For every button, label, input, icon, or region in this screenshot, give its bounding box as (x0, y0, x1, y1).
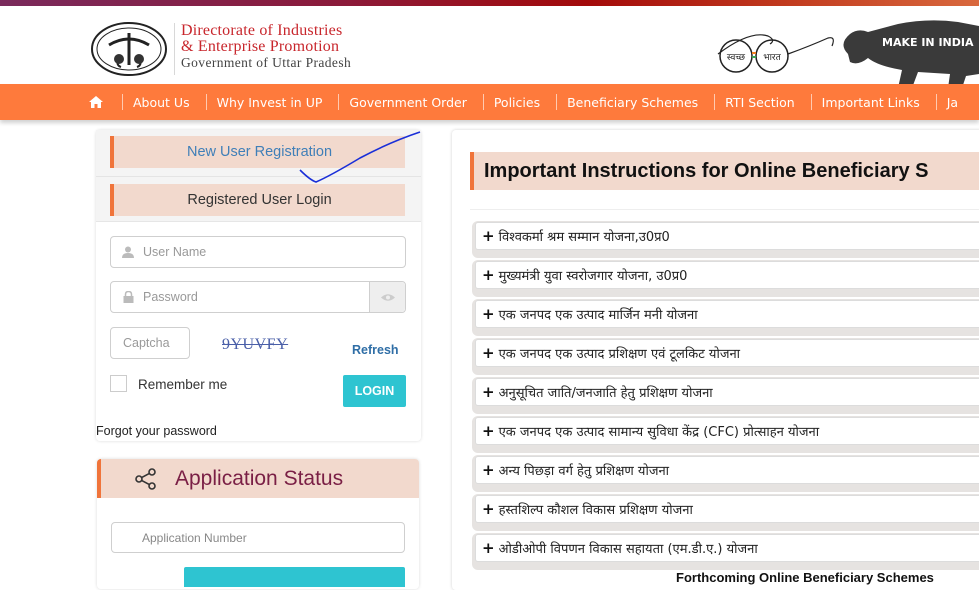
plus-icon: + (482, 305, 495, 323)
scheme-label: हस्तशिल्प कौशल विकास प्रशिक्षण योजना (498, 503, 693, 518)
accordion-item-header[interactable]: + एक जनपद एक उत्पाद सामान्य सुविधा केंद्र… (475, 417, 979, 445)
accordion-item-header[interactable]: + मुख्यमंत्री युवा स्वरोजगार योजना, उ0प्र… (475, 261, 979, 289)
scheme-accordion-item[interactable]: + मुख्यमंत्री युवा स्वरोजगार योजना, उ0प्र… (472, 260, 979, 299)
make-in-india-lion-icon: MAKE IN INDIA (843, 20, 979, 88)
nav-government-order[interactable]: Government Order (349, 95, 466, 110)
org-name: Directorate of Industries & Enterprise P… (181, 23, 351, 71)
nav-separator (122, 94, 123, 110)
title-divider (470, 209, 979, 210)
scheme-label: अनुसूचित जाति/जनजाति हेतु प्रशिक्षण योजन… (498, 386, 713, 401)
org-line-2: & Enterprise Promotion (181, 38, 340, 55)
nav-separator (205, 94, 207, 110)
swachh-text: स्वच्छ (727, 53, 746, 63)
accordion-item-header[interactable]: + एक जनपद एक उत्पाद प्रशिक्षण एवं टूलकिट … (475, 339, 979, 367)
plus-icon: + (482, 266, 495, 284)
nav-important-links[interactable]: Important Links (822, 95, 920, 110)
check-status-button[interactable] (184, 567, 405, 587)
accordion-item-header[interactable]: + एक जनपद एक उत्पाद मार्जिन मनी योजना (475, 300, 979, 328)
captcha-image: 9YUVFY (222, 336, 289, 353)
instructions-title: Important Instructions for Online Benefi… (470, 152, 979, 190)
scheme-accordion-item[interactable]: + अन्य पिछड़ा वर्ग हेतु प्रशिक्षण योजना (472, 455, 979, 494)
new-user-registration-button[interactable]: New User Registration (110, 136, 405, 168)
login-card: New User Registration Registered User Lo… (96, 130, 421, 441)
tab-divider (96, 176, 421, 177)
application-number-placeholder: Application Number (142, 530, 247, 545)
nav-beneficiary-schemes[interactable]: Beneficiary Schemes (567, 95, 698, 110)
nav-separator (556, 94, 558, 110)
accordion-item-header[interactable]: + अन्य पिछड़ा वर्ग हेतु प्रशिक्षण योजना (475, 456, 979, 484)
scheme-accordion-item[interactable]: + एक जनपद एक उत्पाद प्रशिक्षण एवं टूलकिट … (472, 338, 979, 377)
scheme-accordion-item[interactable]: + हस्तशिल्प कौशल विकास प्रशिक्षण योजना (472, 494, 979, 533)
nav-separator (935, 94, 937, 110)
nav-separator (338, 94, 340, 110)
scheme-accordion-item[interactable]: + ओडीओपी विपणन विकास सहायता (एम.डी.ए.) यो… (472, 533, 979, 572)
plus-icon: + (482, 422, 495, 440)
up-state-emblem-icon[interactable] (89, 19, 169, 79)
scheme-accordion-item[interactable]: + एक जनपद एक उत्पाद सामान्य सुविधा केंद्र… (472, 416, 979, 455)
plus-icon: + (482, 539, 495, 557)
instructions-card: Important Instructions for Online Benefi… (452, 130, 979, 590)
home-icon[interactable] (88, 95, 104, 109)
plus-icon: + (482, 500, 495, 518)
nav-separator (482, 94, 484, 110)
org-line-1: Directorate of Industries (181, 22, 343, 39)
nav-policies[interactable]: Policies (494, 95, 540, 110)
login-button[interactable]: LOGIN (343, 375, 406, 407)
password-input[interactable]: Password (110, 281, 406, 313)
plus-icon: + (482, 383, 495, 401)
accordion-item-header[interactable]: + ओडीओपी विपणन विकास सहायता (एम.डी.ए.) यो… (475, 534, 979, 562)
logo-divider (174, 23, 175, 75)
scheme-label: एक जनपद एक उत्पाद सामान्य सुविधा केंद्र … (498, 425, 820, 440)
scheme-accordion-item[interactable]: + विश्वकर्मा श्रम सम्मान योजना,उ0प्र0 (472, 221, 979, 260)
registered-user-login-tab[interactable]: Registered User Login (110, 184, 405, 216)
remember-me-checkbox[interactable] (110, 375, 127, 392)
bharat-text: भारत (763, 53, 781, 63)
captcha-placeholder: Captcha (123, 336, 170, 350)
accordion-item-header[interactable]: + विश्वकर्मा श्रम सम्मान योजना,उ0प्र0 (475, 222, 979, 250)
nav-separator (714, 94, 716, 110)
captcha-input[interactable]: Captcha (110, 327, 190, 359)
eye-icon (380, 293, 395, 301)
username-input[interactable]: User Name (110, 236, 406, 268)
accordion-item-header[interactable]: + हस्तशिल्प कौशल विकास प्रशिक्षण योजना (475, 495, 979, 523)
scheme-label: अन्य पिछड़ा वर्ग हेतु प्रशिक्षण योजना (498, 464, 670, 479)
nav-separator (810, 94, 812, 110)
application-status-card: Application Status Application Number (97, 459, 419, 589)
nav-why-invest[interactable]: Why Invest in UP (217, 95, 323, 110)
login-tabs: New User Registration Registered User Lo… (96, 130, 421, 222)
share-icon (135, 467, 156, 490)
scheme-label: एक जनपद एक उत्पाद मार्जिन मनी योजना (498, 308, 698, 323)
scheme-accordion-item[interactable]: + अनुसूचित जाति/जनजाति हेतु प्रशिक्षण योज… (472, 377, 979, 416)
accordion-item-header[interactable]: + अनुसूचित जाति/जनजाति हेतु प्रशिक्षण योज… (475, 378, 979, 406)
nav-more[interactable]: Ja (947, 95, 958, 110)
scheme-label: मुख्यमंत्री युवा स्वरोजगार योजना, उ0प्र0 (498, 269, 688, 284)
swachh-bharat-logo-icon: स्वच्छ भारत (717, 34, 834, 73)
org-line-3: Government of Uttar Pradesh (181, 55, 352, 70)
username-placeholder: User Name (143, 245, 207, 259)
scheme-list: + विश्वकर्मा श्रम सम्मान योजना,उ0प्र0 + मुख… (472, 221, 979, 572)
plus-icon: + (482, 344, 495, 362)
main-nav: About Us Why Invest in UP Government Ord… (0, 84, 979, 120)
nav-rti-section[interactable]: RTI Section (725, 95, 795, 110)
plus-icon: + (482, 461, 495, 479)
application-status-header: Application Status (97, 459, 419, 498)
nav-about-us[interactable]: About Us (133, 95, 190, 110)
site-header: Directorate of Industries & Enterprise P… (0, 6, 979, 88)
remember-me-label: Remember me (138, 377, 228, 392)
forgot-password-link[interactable]: Forgot your password (96, 424, 217, 438)
scheme-label: विश्वकर्मा श्रम सम्मान योजना,उ0प्र0 (498, 230, 670, 245)
make-in-india-text: MAKE IN INDIA (882, 36, 974, 49)
scheme-accordion-item[interactable]: + एक जनपद एक उत्पाद मार्जिन मनी योजना (472, 299, 979, 338)
user-icon (121, 245, 135, 259)
application-status-title: Application Status (175, 466, 344, 490)
lock-icon (121, 290, 135, 304)
plus-icon: + (482, 227, 495, 245)
scheme-label: एक जनपद एक उत्पाद प्रशिक्षण एवं टूलकिट य… (498, 347, 741, 362)
password-placeholder: Password (143, 290, 198, 304)
refresh-captcha-link[interactable]: Refresh (352, 343, 399, 357)
application-number-input[interactable]: Application Number (111, 522, 405, 553)
show-password-button[interactable] (369, 282, 405, 312)
scheme-label: ओडीओपी विपणन विकास सहायता (एम.डी.ए.) योज… (498, 542, 758, 557)
